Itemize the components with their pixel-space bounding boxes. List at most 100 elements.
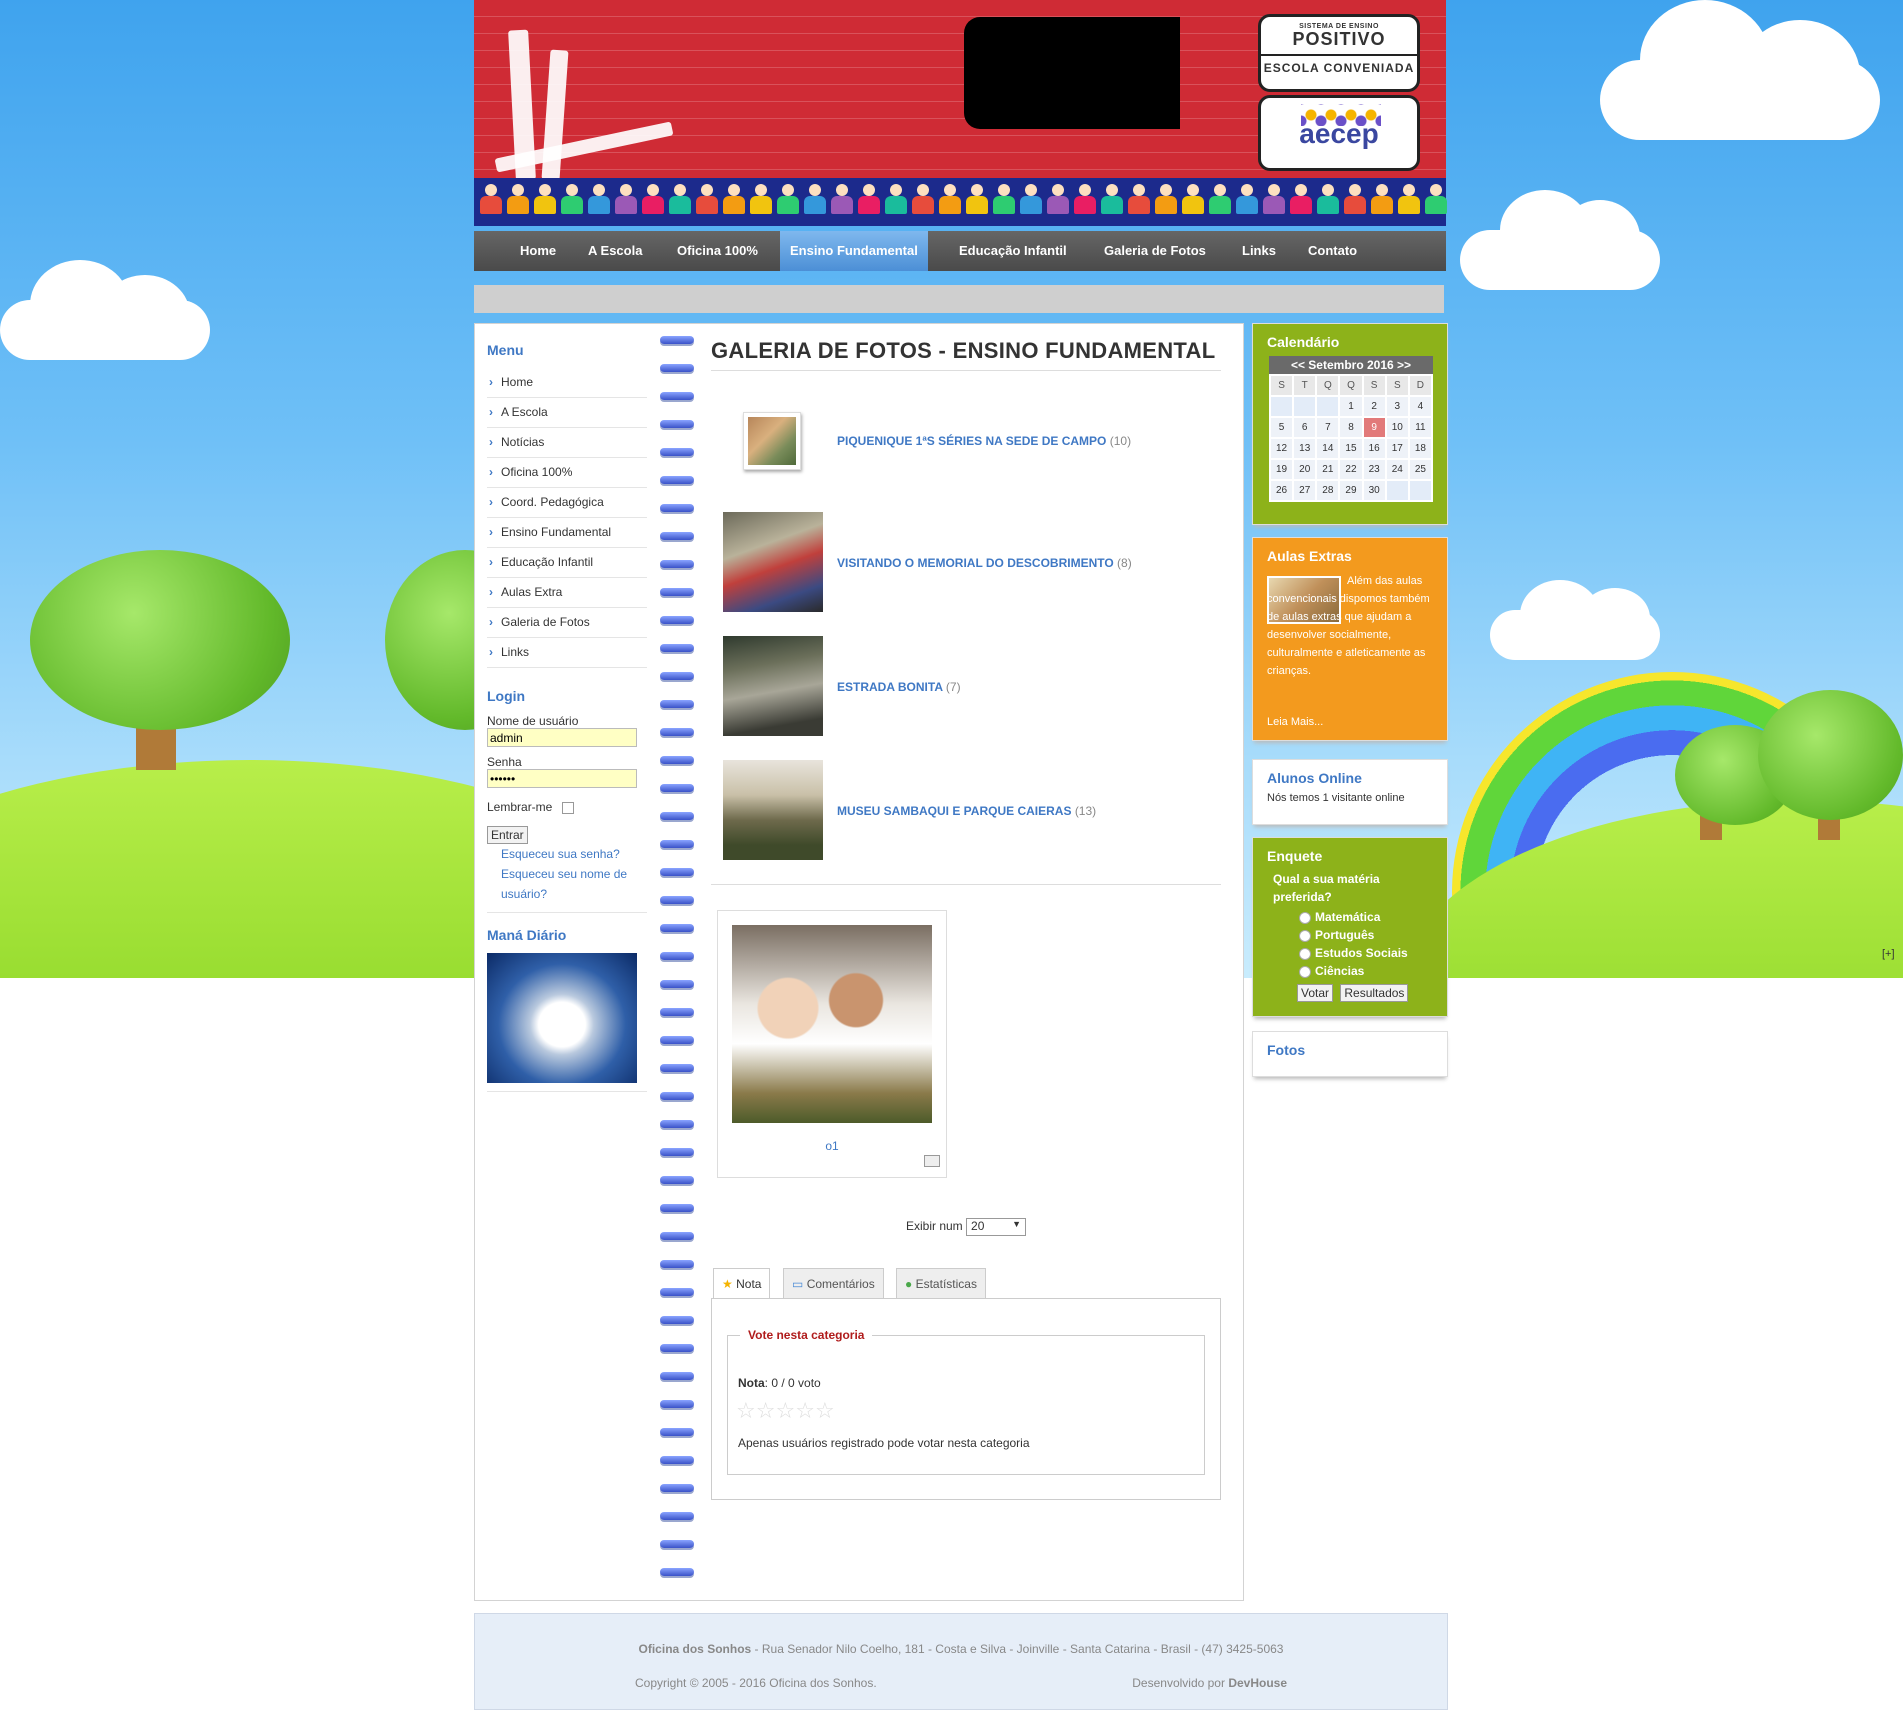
calendar-day[interactable]: 4 xyxy=(1409,397,1431,416)
calendar-day[interactable]: 12 xyxy=(1271,439,1293,458)
calendar-day[interactable]: 26 xyxy=(1271,481,1293,500)
menu-item[interactable]: Galeria de Fotos xyxy=(487,608,647,638)
forgot-password-link[interactable]: Esqueceu sua senha? xyxy=(487,844,647,864)
nav-ensino-fundamental[interactable]: Ensino Fundamental xyxy=(780,231,928,271)
dev-link[interactable]: DevHouse xyxy=(1228,1676,1287,1690)
calendar-day[interactable]: 25 xyxy=(1409,460,1431,479)
album-item[interactable]: PIQUENIQUE 1ªS SÉRIES NA SEDE DE CAMPO (… xyxy=(711,388,1221,512)
calendar-day[interactable]: 8 xyxy=(1340,418,1362,437)
tab-nota[interactable]: ★ Nota xyxy=(713,1268,771,1299)
username-input[interactable] xyxy=(487,728,637,747)
menu-item[interactable]: Educação Infantil xyxy=(487,548,647,578)
nav-a-escola[interactable]: A Escola xyxy=(588,231,642,271)
album-thumbnail[interactable] xyxy=(723,636,823,736)
menu-item[interactable]: Notícias xyxy=(487,428,647,458)
password-input[interactable] xyxy=(487,769,637,788)
album-thumbnail[interactable] xyxy=(743,412,801,470)
calendar-day[interactable]: 24 xyxy=(1386,460,1408,479)
poll-option[interactable]: Português xyxy=(1299,926,1447,944)
album-item[interactable]: VISITANDO O MEMORIAL DO DESCOBRIMENTO (8… xyxy=(711,512,1221,636)
remember-checkbox[interactable] xyxy=(561,801,574,814)
display-select[interactable]: 20 ▼ xyxy=(966,1218,1027,1236)
child-figure-head xyxy=(1187,184,1199,196)
album-link[interactable]: MUSEU SAMBAQUI E PARQUE CAIERAS (13) xyxy=(837,804,1096,818)
menu-item[interactable]: Aulas Extra xyxy=(487,578,647,608)
calendar-grid: STQQSSD 1 2 3 4 5 6 7 8 9 10 11 12 13 14 15 16 17 18 19 20 2… xyxy=(1269,374,1433,502)
calendar-day[interactable]: 6 xyxy=(1294,418,1316,437)
radio-button[interactable] xyxy=(1299,911,1311,924)
calendar-day[interactable]: 9 xyxy=(1363,418,1385,437)
calendar-day[interactable]: 3 xyxy=(1386,397,1408,416)
calendar-day[interactable]: 29 xyxy=(1340,481,1362,500)
calendar-day[interactable]: 1 xyxy=(1340,397,1362,416)
calendar-day[interactable]: 18 xyxy=(1409,439,1431,458)
album-link[interactable]: PIQUENIQUE 1ªS SÉRIES NA SEDE DE CAMPO (… xyxy=(837,434,1131,448)
calendar-day[interactable]: 30 xyxy=(1363,481,1385,500)
menu-item[interactable]: Oficina 100% xyxy=(487,458,647,488)
nav-galeria[interactable]: Galeria de Fotos xyxy=(1104,231,1206,271)
nav-home[interactable]: Home xyxy=(520,231,556,271)
album-name[interactable]: ESTRADA BONITA xyxy=(837,680,943,694)
poll-option[interactable]: Ciências xyxy=(1299,962,1447,980)
read-more-link[interactable]: Leia Mais... xyxy=(1267,716,1323,728)
radio-button[interactable] xyxy=(1299,929,1311,942)
aecep-logo[interactable]: aecep xyxy=(1258,95,1420,171)
calendar-day[interactable]: 5 xyxy=(1271,418,1293,437)
results-button[interactable]: Resultados xyxy=(1340,984,1409,1002)
album-item[interactable]: MUSEU SAMBAQUI E PARQUE CAIERAS (13) xyxy=(711,760,1221,884)
menu-item[interactable]: Coord. Pedagógica xyxy=(487,488,647,518)
nav-links[interactable]: Links xyxy=(1242,231,1276,271)
calendar-day[interactable]: 2 xyxy=(1363,397,1385,416)
radio-button[interactable] xyxy=(1299,965,1311,978)
calendar-day[interactable]: 13 xyxy=(1294,439,1316,458)
calendar-day[interactable]: 27 xyxy=(1294,481,1316,500)
photo-caption[interactable]: o1 xyxy=(718,1139,946,1153)
calendar-day[interactable]: 23 xyxy=(1363,460,1385,479)
tab-comentarios[interactable]: ▭ Comentários xyxy=(783,1268,884,1299)
dove-image[interactable] xyxy=(487,953,637,1083)
star-icon: ☆ xyxy=(736,1398,756,1423)
child-figure-head xyxy=(836,184,848,196)
album-link[interactable]: VISITANDO O MEMORIAL DO DESCOBRIMENTO (8… xyxy=(837,556,1132,570)
star-rating[interactable]: ☆☆☆☆☆ xyxy=(736,1400,835,1422)
vote-button[interactable]: Votar xyxy=(1297,984,1334,1002)
album-thumbnail[interactable] xyxy=(723,512,823,612)
nav-contato[interactable]: Contato xyxy=(1308,231,1357,271)
forgot-username-link[interactable]: Esqueceu seu nome de usuário? xyxy=(487,864,641,904)
calendar-day[interactable]: 11 xyxy=(1409,418,1431,437)
positivo-logo[interactable]: SISTEMA DE ENSINO POSITIVO ESCOLA CONVEN… xyxy=(1258,14,1420,92)
calendar-day[interactable]: 28 xyxy=(1317,481,1339,500)
login-button[interactable]: Entrar xyxy=(487,826,528,844)
menu-item[interactable]: Links xyxy=(487,638,647,668)
album-thumbnail[interactable] xyxy=(723,760,823,860)
calendar-day[interactable]: 21 xyxy=(1317,460,1339,479)
calendar-day[interactable]: 15 xyxy=(1340,439,1362,458)
calendar-day[interactable]: 14 xyxy=(1317,439,1339,458)
menu-item[interactable]: Home xyxy=(487,368,647,398)
calendar-day[interactable]: 7 xyxy=(1317,418,1339,437)
child-figure-head xyxy=(566,184,578,196)
tab-estatisticas[interactable]: ● Estatísticas xyxy=(896,1268,986,1299)
menu-item[interactable]: A Escola xyxy=(487,398,647,428)
calendar-day[interactable]: 10 xyxy=(1386,418,1408,437)
calendar-day[interactable]: 16 xyxy=(1363,439,1385,458)
photo-card[interactable]: o1 xyxy=(717,910,947,1178)
calendar-day[interactable]: 17 xyxy=(1386,439,1408,458)
album-name[interactable]: VISITANDO O MEMORIAL DO DESCOBRIMENTO xyxy=(837,556,1114,570)
nav-educacao-infantil[interactable]: Educação Infantil xyxy=(959,231,1067,271)
expand-toggle[interactable]: [+] xyxy=(1882,948,1895,960)
poll-option[interactable]: Estudos Sociais xyxy=(1299,944,1447,962)
poll-option[interactable]: Matemática xyxy=(1299,908,1447,926)
calendar-day[interactable]: 20 xyxy=(1294,460,1316,479)
calendar-day[interactable]: 19 xyxy=(1271,460,1293,479)
album-name[interactable]: MUSEU SAMBAQUI E PARQUE CAIERAS xyxy=(837,804,1071,818)
photo-image[interactable] xyxy=(732,925,932,1123)
radio-button[interactable] xyxy=(1299,947,1311,960)
album-name[interactable]: PIQUENIQUE 1ªS SÉRIES NA SEDE DE CAMPO xyxy=(837,434,1106,448)
nav-oficina[interactable]: Oficina 100% xyxy=(677,231,758,271)
album-link[interactable]: ESTRADA BONITA (7) xyxy=(837,680,961,694)
album-item[interactable]: ESTRADA BONITA (7) xyxy=(711,636,1221,760)
calendar-day[interactable]: 22 xyxy=(1340,460,1362,479)
calendar-month-nav[interactable]: << Setembro 2016 >> xyxy=(1269,356,1433,374)
menu-item[interactable]: Ensino Fundamental xyxy=(487,518,647,548)
